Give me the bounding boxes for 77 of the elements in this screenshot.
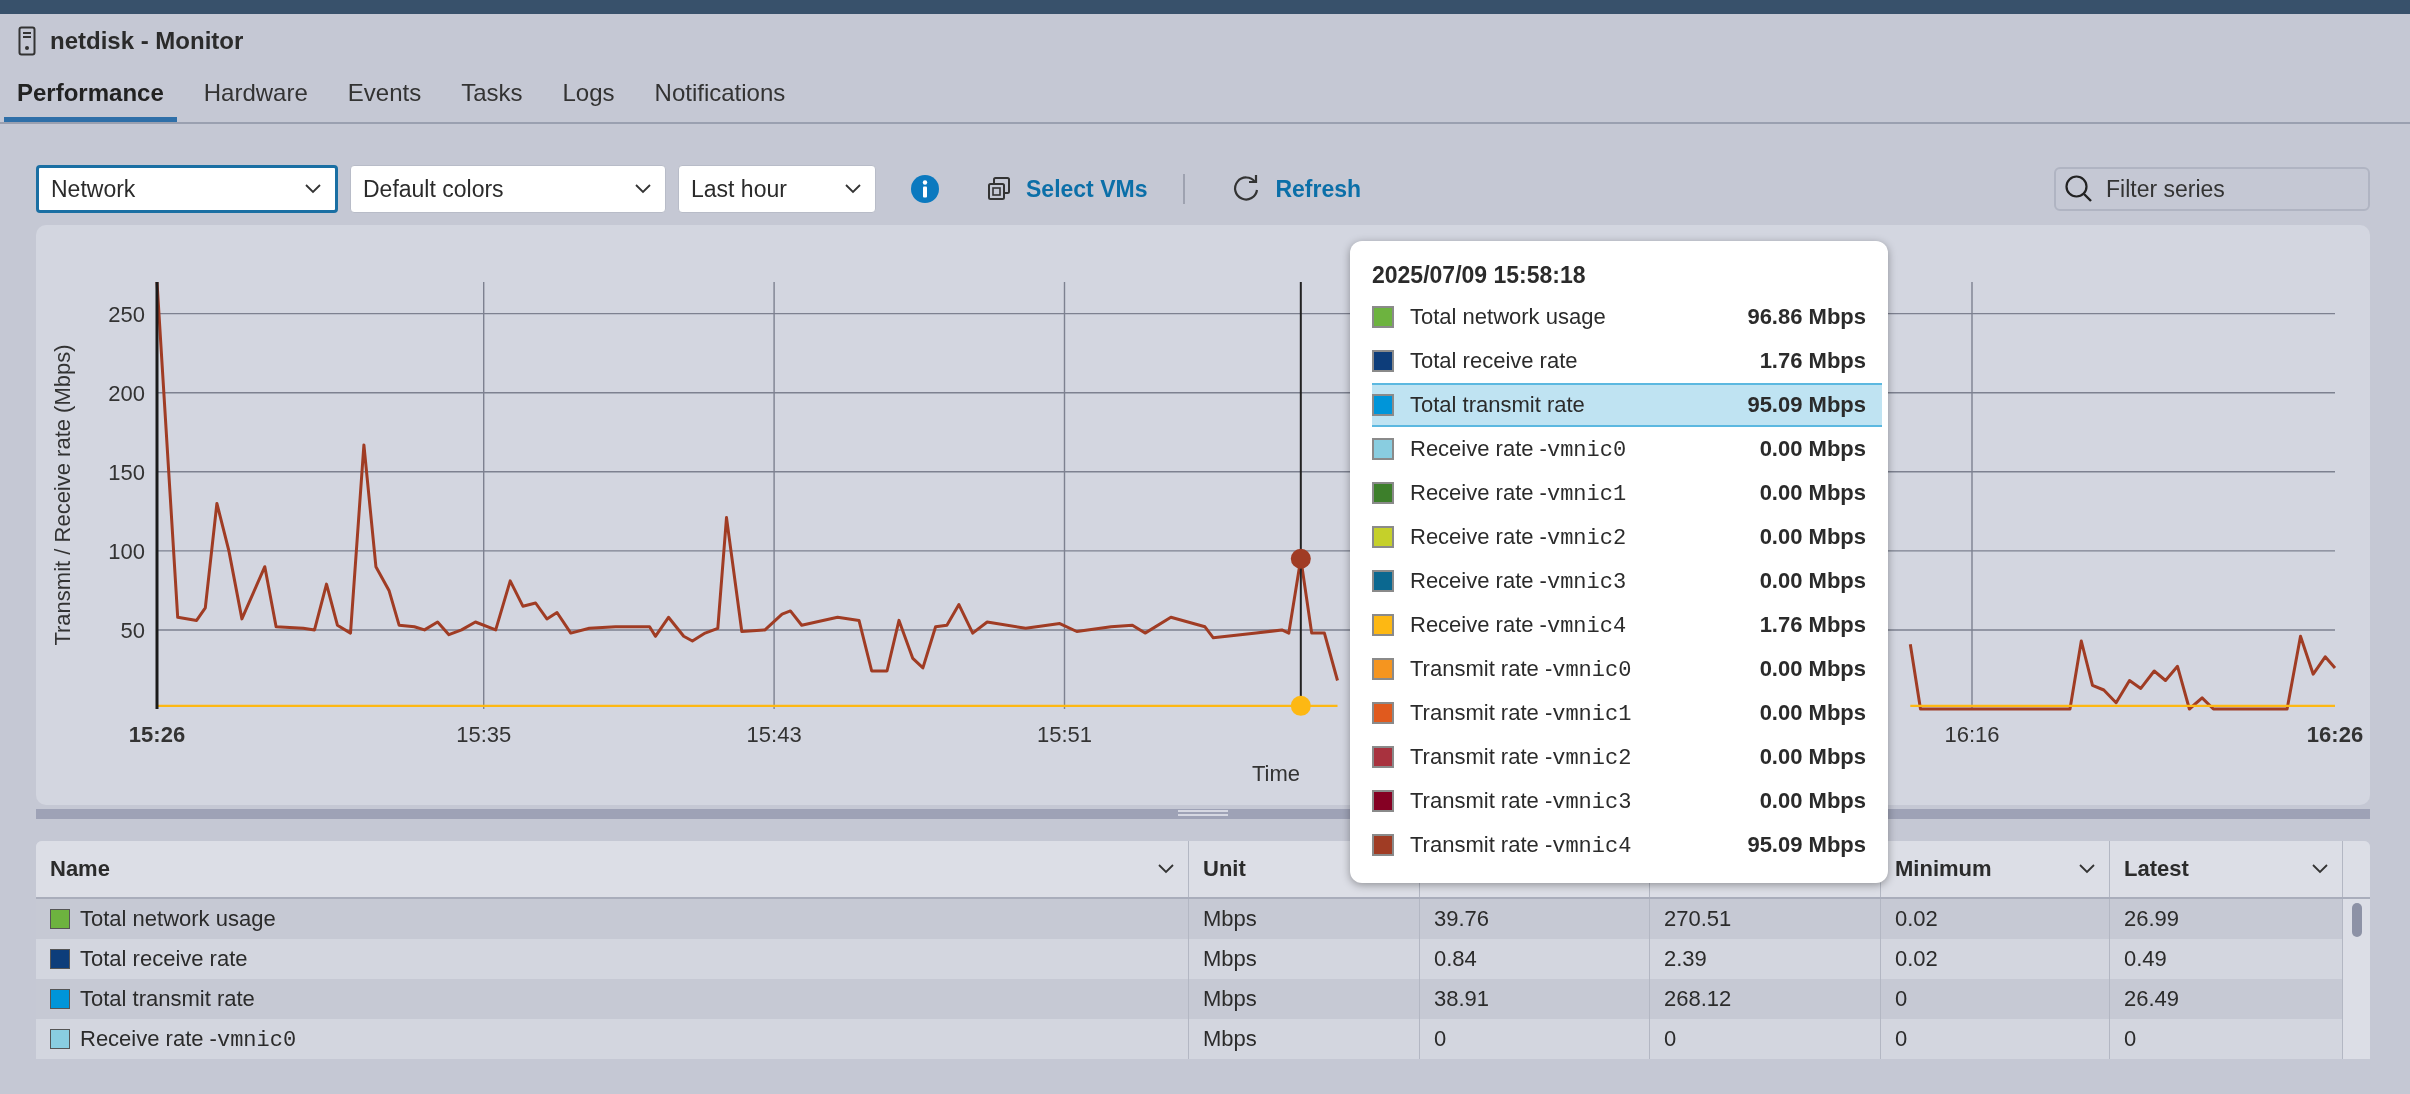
- tooltip-title: 2025/07/09 15:58:18: [1372, 260, 1587, 290]
- series-value: 0.00 Mbps: [1759, 700, 1866, 726]
- series-value: 0.00 Mbps: [1759, 656, 1866, 682]
- series-value: 1.76 Mbps: [1759, 348, 1866, 374]
- dropdown[interactable]: Network: [36, 165, 338, 213]
- axis-title: Time: [1251, 761, 1301, 786]
- caret-icon: [305, 184, 321, 194]
- series-label: Receive rate -vmnic4: [1410, 611, 1628, 639]
- data-point: [1290, 695, 1311, 716]
- caret-icon[interactable]: [1158, 864, 1174, 874]
- column-header[interactable]: Name: [50, 856, 110, 882]
- filter-field[interactable]: Filter series: [2054, 167, 2370, 211]
- server-icon: [18, 26, 36, 56]
- window-title: netdisk - Monitor: [50, 27, 244, 55]
- table-cell: Receive rate -vmnic0: [80, 1025, 297, 1053]
- caret-icon[interactable]: [2079, 864, 2095, 874]
- column-header[interactable]: Unit: [1203, 856, 1246, 882]
- axis-label: 100: [108, 538, 145, 564]
- table-cell: 0: [1420, 1019, 1650, 1059]
- series-value: 0.00 Mbps: [1759, 480, 1866, 506]
- axis-label: 15:26: [128, 722, 186, 747]
- axis-title: Transmit / Receive rate (Mbps): [50, 344, 75, 646]
- series-value: 0.00 Mbps: [1759, 788, 1866, 814]
- axis-label: 15:35: [456, 722, 512, 747]
- table-cell: Total transmit rate: [80, 986, 255, 1012]
- series-label: Total transmit rate: [1410, 392, 1586, 418]
- dropdown[interactable]: Last hour: [678, 165, 876, 213]
- column-header[interactable]: Minimum: [1895, 856, 1992, 882]
- series-label: Transmit rate -vmnic3: [1410, 787, 1633, 815]
- axis-label: 50: [120, 617, 145, 643]
- series-label: Total network usage: [1410, 304, 1607, 330]
- series-label: Receive rate -vmnic3: [1410, 567, 1628, 595]
- axis-label: 16:16: [1944, 722, 2000, 747]
- table-cell: 0: [1881, 1019, 2110, 1059]
- tab[interactable]: Tasks: [448, 68, 536, 122]
- table-cell: Mbps: [1189, 1019, 1420, 1059]
- axis-label: 15:51: [1036, 722, 1093, 747]
- series-value: 0.00 Mbps: [1759, 568, 1866, 594]
- tab[interactable]: Notifications: [641, 68, 799, 122]
- series-label: Receive rate -vmnic1: [1410, 479, 1628, 507]
- column-header[interactable]: Latest: [2124, 856, 2189, 882]
- tab[interactable]: Hardware: [190, 68, 321, 122]
- tab[interactable]: Performance: [4, 68, 177, 122]
- axis-label: 16:26: [2306, 722, 2364, 747]
- table-cell: Total network usage: [80, 906, 276, 932]
- table-cell: Total receive rate: [80, 946, 248, 972]
- series-value: 0.00 Mbps: [1759, 744, 1866, 770]
- caret-icon: [635, 184, 651, 194]
- series-label: Transmit rate -vmnic2: [1410, 743, 1633, 771]
- series-value: 0.00 Mbps: [1759, 436, 1866, 462]
- table-cell: 0: [1650, 1019, 1881, 1059]
- series-value: 95.09 Mbps: [1747, 832, 1866, 858]
- caret-icon[interactable]: [2312, 864, 2328, 874]
- tab[interactable]: Logs: [549, 68, 628, 122]
- dropdown[interactable]: Default colors: [350, 165, 666, 213]
- series-label: Transmit rate -vmnic4: [1410, 831, 1633, 859]
- copy-icon: [986, 176, 1012, 202]
- info-icon[interactable]: [910, 174, 940, 204]
- series-label: Transmit rate -vmnic0: [1410, 655, 1633, 683]
- scrollbar[interactable]: [2343, 899, 2370, 1059]
- series-value: 96.86 Mbps: [1747, 304, 1866, 330]
- series-label: Receive rate -vmnic2: [1410, 523, 1628, 551]
- search-icon: [2064, 174, 2094, 204]
- axis-label: 15:43: [746, 722, 802, 747]
- series-label: Transmit rate -vmnic1: [1410, 699, 1633, 727]
- axis-label: 250: [108, 301, 145, 327]
- axis-label: 200: [108, 380, 145, 406]
- data-point: [1290, 548, 1311, 569]
- axis-label: 150: [108, 459, 145, 485]
- series-label: Receive rate -vmnic0: [1410, 435, 1628, 463]
- caret-icon: [845, 184, 861, 194]
- tab[interactable]: Events: [334, 68, 435, 122]
- series-value: 1.76 Mbps: [1759, 612, 1866, 638]
- series-value: 95.09 Mbps: [1747, 392, 1866, 418]
- grip-icon[interactable]: [1178, 809, 1228, 819]
- series-value: 0.00 Mbps: [1759, 524, 1866, 550]
- series-label: Total receive rate: [1410, 348, 1579, 374]
